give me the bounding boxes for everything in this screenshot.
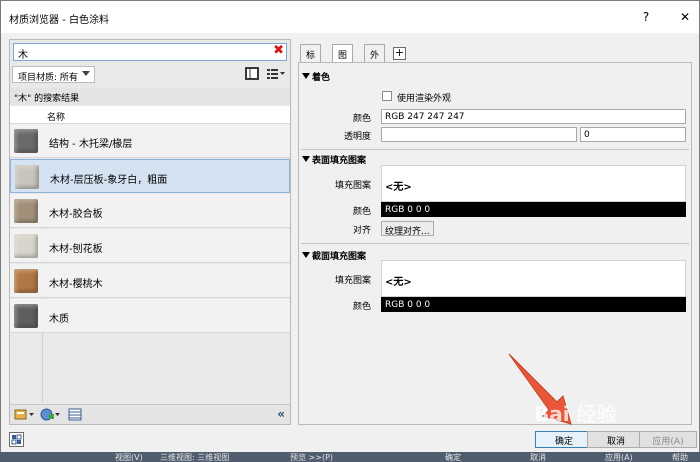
filter-label: 项目材质: 所有 <box>18 73 78 83</box>
search-input[interactable]: 木 <box>18 46 28 61</box>
tab-identity[interactable]: 标识 <box>300 44 322 74</box>
cancel-button[interactable]: 取消 <box>587 431 645 448</box>
library-toolbar: « <box>10 404 290 424</box>
divider <box>301 243 689 244</box>
ok-button[interactable]: 确定 <box>535 431 593 448</box>
tab-graphics[interactable]: 图形 <box>332 44 354 74</box>
search-results-header: "木" 的搜索结果 <box>10 88 290 105</box>
transparency-slider[interactable] <box>381 127 577 142</box>
bg-item: 视图(V) <box>115 453 143 462</box>
collapse-triangle-icon <box>302 156 310 162</box>
view-options <box>241 67 286 80</box>
surface-align-label: 对齐 <box>352 226 371 236</box>
surface-pattern-label: 填充图案 <box>334 181 371 191</box>
project-materials-filter[interactable]: 项目材质: 所有 <box>12 66 95 83</box>
collapse-triangle-icon <box>302 73 310 79</box>
bg-item: 取消 <box>530 453 546 462</box>
asset-browser-icon[interactable] <box>68 408 82 421</box>
cut-pattern-section-header[interactable]: 截面填充图案 <box>302 249 366 262</box>
material-list: 结构 - 木托梁/椽层木材-层压板-象牙白，粗面 木材-胶合板 木材-刨花板 木材-樱… <box>10 124 290 402</box>
material-row[interactable]: 木质 <box>10 299 290 333</box>
material-row-label: 木材-刨花板 <box>49 244 103 255</box>
use-render-appearance-checkbox[interactable] <box>382 91 392 101</box>
surface-pattern-value: <无> <box>385 182 412 193</box>
chevron-down-icon <box>81 71 90 76</box>
shading-color-field[interactable]: RGB 247 247 247 <box>381 109 686 124</box>
material-row[interactable]: 木材-刨花板 <box>10 229 290 263</box>
filter-bar: 项目材质: 所有 <box>10 65 290 85</box>
shading-color-label: 颜色 <box>352 114 371 124</box>
transparency-label: 透明度 <box>343 132 371 142</box>
material-row-label: 木材-樱桃木 <box>49 279 103 290</box>
bg-item: 预览 >>(P) <box>290 453 334 462</box>
column-name: 名称 <box>47 113 66 123</box>
help-button[interactable]: ? <box>637 8 655 26</box>
watermark: Bai 经验 <box>534 402 617 426</box>
dialog-footer: 确定 取消 应用(A) <box>1 428 699 452</box>
apply-button[interactable]: 应用(A) <box>639 431 697 448</box>
material-list-panel: 木 ✖ 项目材质: 所有 "木" 的搜索结果 名称 结构 - 木托梁/椽层 木材… <box>9 39 291 425</box>
bg-item: 帮助 <box>672 453 688 462</box>
tab-appearance[interactable]: 外观 <box>364 44 386 74</box>
add-asset-button[interactable]: + <box>393 47 406 60</box>
material-row-label: 木材-胶合板 <box>49 209 103 220</box>
properties-panel: 着色 使用渲染外观 颜色 RGB 247 247 247 透明度 0 表面填充图… <box>298 62 692 425</box>
library-icon[interactable] <box>14 408 34 421</box>
divider <box>301 149 689 150</box>
surface-pattern-field[interactable]: <无> <box>381 165 686 202</box>
shading-section-header[interactable]: 着色 <box>302 70 330 83</box>
close-button[interactable]: ✕ <box>676 8 694 26</box>
bg-item: 三维视图: 三维视图 <box>160 453 230 462</box>
material-row-label: 结构 - 木托梁/椽层 <box>49 139 133 150</box>
clear-search-icon[interactable]: ✖ <box>273 43 284 58</box>
search-field[interactable]: 木 ✖ <box>13 43 287 61</box>
material-swatch-icon <box>14 129 38 153</box>
window-title: 材质浏览器 - 白色涂料 <box>9 15 109 26</box>
material-swatch-icon <box>14 199 38 223</box>
cut-pattern-value: <无> <box>385 277 412 288</box>
cut-pattern-field[interactable]: <无> <box>381 260 686 297</box>
title-bar: 材质浏览器 - 白色涂料 ? ✕ <box>1 1 699 33</box>
bg-item: 应用(A) <box>605 453 633 462</box>
panel-toggle-icon[interactable] <box>245 67 260 80</box>
material-row[interactable]: 结构 - 木托梁/椽层 <box>10 124 290 158</box>
column-header[interactable]: 名称 <box>10 106 290 124</box>
surface-color-field[interactable]: RGB 0 0 0 <box>381 202 686 217</box>
surface-color-label: 颜色 <box>352 207 371 217</box>
material-row-label: 木材-层压板-象牙白，粗面 <box>50 175 168 186</box>
texture-alignment-button[interactable]: 纹理对齐... <box>381 221 434 237</box>
cut-pattern-title: 截面填充图案 <box>312 252 367 262</box>
material-swatch-icon <box>14 304 38 328</box>
transparency-value[interactable]: 0 <box>580 127 686 142</box>
material-row[interactable]: 木材-胶合板 <box>10 194 290 228</box>
shading-title: 着色 <box>312 73 331 83</box>
background-app-strip: 视图(V) 三维视图: 三维视图 预览 >>(P) 确定 取消 应用(A) 帮助 <box>0 452 700 462</box>
surface-pattern-section-header[interactable]: 表面填充图案 <box>302 153 366 166</box>
material-row[interactable]: 木材-樱桃木 <box>10 264 290 298</box>
cut-color-field[interactable]: RGB 0 0 0 <box>381 297 686 312</box>
material-swatch-icon <box>14 269 38 293</box>
collapse-library-icon[interactable]: « <box>277 407 285 421</box>
material-swatch-icon <box>14 234 38 258</box>
collapse-triangle-icon <box>302 252 310 258</box>
material-row-label: 木质 <box>49 314 69 325</box>
cut-color-label: 颜色 <box>352 302 371 312</box>
list-view-icon[interactable] <box>266 67 286 80</box>
cut-pattern-label: 填充图案 <box>334 276 371 286</box>
material-browser-dialog: 材质浏览器 - 白色涂料 ? ✕ 木 ✖ 项目材质: 所有 "木" 的搜索结果 <box>0 0 700 452</box>
surface-pattern-title: 表面填充图案 <box>312 156 367 166</box>
material-row[interactable]: 木材-层压板-象牙白，粗面 <box>10 159 290 193</box>
bg-item: 确定 <box>445 453 461 462</box>
material-editor-toggle-icon[interactable] <box>9 432 24 447</box>
use-render-appearance-label: 使用渲染外观 <box>397 94 452 104</box>
material-swatch-icon <box>15 165 39 189</box>
new-material-icon[interactable] <box>40 408 60 421</box>
